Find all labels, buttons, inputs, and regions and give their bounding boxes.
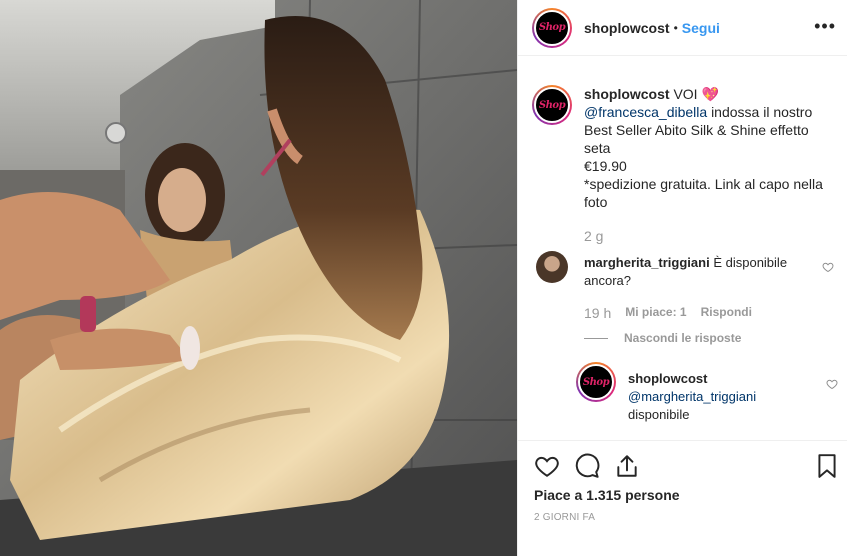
caption-text: shoplowcost VOI 💖 @francesca_dibella ind… xyxy=(584,85,834,211)
instagram-post: Shop shoplowcost • Segui ••• Shop shoplo… xyxy=(0,0,847,556)
avatar-logo: Shop xyxy=(538,22,566,33)
hide-replies-label: Nascondi le risposte xyxy=(624,331,742,345)
post-header: Shop shoplowcost • Segui ••• xyxy=(518,0,847,56)
more-options-icon[interactable]: ••• xyxy=(814,17,836,35)
hide-replies-line xyxy=(584,337,608,339)
post-date[interactable]: 2 GIORNI FA xyxy=(534,512,595,523)
caption-username[interactable]: shoplowcost xyxy=(584,86,670,102)
follow-button[interactable]: Segui xyxy=(682,20,720,36)
post-actions: Piace a 1.315 persone 2 GIORNI FA xyxy=(518,440,847,556)
share-icon[interactable] xyxy=(614,453,640,479)
hide-replies-button[interactable]: Nascondi le risposte xyxy=(584,331,741,345)
header-separator: • xyxy=(673,20,678,35)
reply-like-heart-icon[interactable] xyxy=(826,378,838,390)
commenter-avatar[interactable] xyxy=(536,251,568,283)
post-sidebar: Shop shoplowcost • Segui ••• Shop shoplo… xyxy=(517,0,847,556)
reply-button[interactable]: Rispondi xyxy=(701,305,752,321)
heart-emoji-icon: 💖 xyxy=(701,86,719,102)
caption-timestamp[interactable]: 2 g xyxy=(584,228,603,244)
comment-like-heart-icon[interactable] xyxy=(822,261,834,273)
comment-meta: 19 h Mi piace: 1 Rispondi xyxy=(584,305,752,321)
author-avatar[interactable]: Shop xyxy=(532,7,572,48)
bookmark-icon[interactable] xyxy=(814,453,840,479)
comment-timestamp[interactable]: 19 h xyxy=(584,305,611,321)
comment-icon[interactable] xyxy=(574,453,600,479)
post-photo[interactable] xyxy=(0,0,517,556)
heart-icon[interactable] xyxy=(534,453,560,479)
caption-line2: *spedizione gratuita. Link al capo nella… xyxy=(584,176,823,210)
caption-avatar[interactable]: Shop xyxy=(532,85,572,125)
comments-section[interactable]: Shop shoplowcost VOI 💖 @francesca_dibell… xyxy=(518,57,847,440)
reply-avatar[interactable]: Shop xyxy=(576,362,616,402)
avatar-logo: Shop xyxy=(582,376,610,388)
comment-text: margherita_triggiani È disponibile ancor… xyxy=(584,254,814,290)
comment-likes-count[interactable]: Mi piace: 1 xyxy=(625,305,686,321)
reply-text: shoplowcost @margherita_triggiani dispon… xyxy=(628,370,818,424)
caption-title: VOI xyxy=(673,86,698,102)
caption-price: €19.90 xyxy=(584,158,627,174)
likes-count[interactable]: Piace a 1.315 persone xyxy=(534,487,680,503)
reply-mention[interactable]: @margherita_triggiani xyxy=(628,389,756,404)
commenter-username[interactable]: margherita_triggiani xyxy=(584,255,710,270)
photo-illustration xyxy=(0,0,517,556)
reply-content: disponibile xyxy=(628,407,690,422)
author-username[interactable]: shoplowcost xyxy=(584,20,670,36)
avatar-logo: Shop xyxy=(538,99,566,111)
caption-mention[interactable]: @francesca_dibella xyxy=(584,104,707,120)
reply-username[interactable]: shoplowcost xyxy=(628,371,707,386)
